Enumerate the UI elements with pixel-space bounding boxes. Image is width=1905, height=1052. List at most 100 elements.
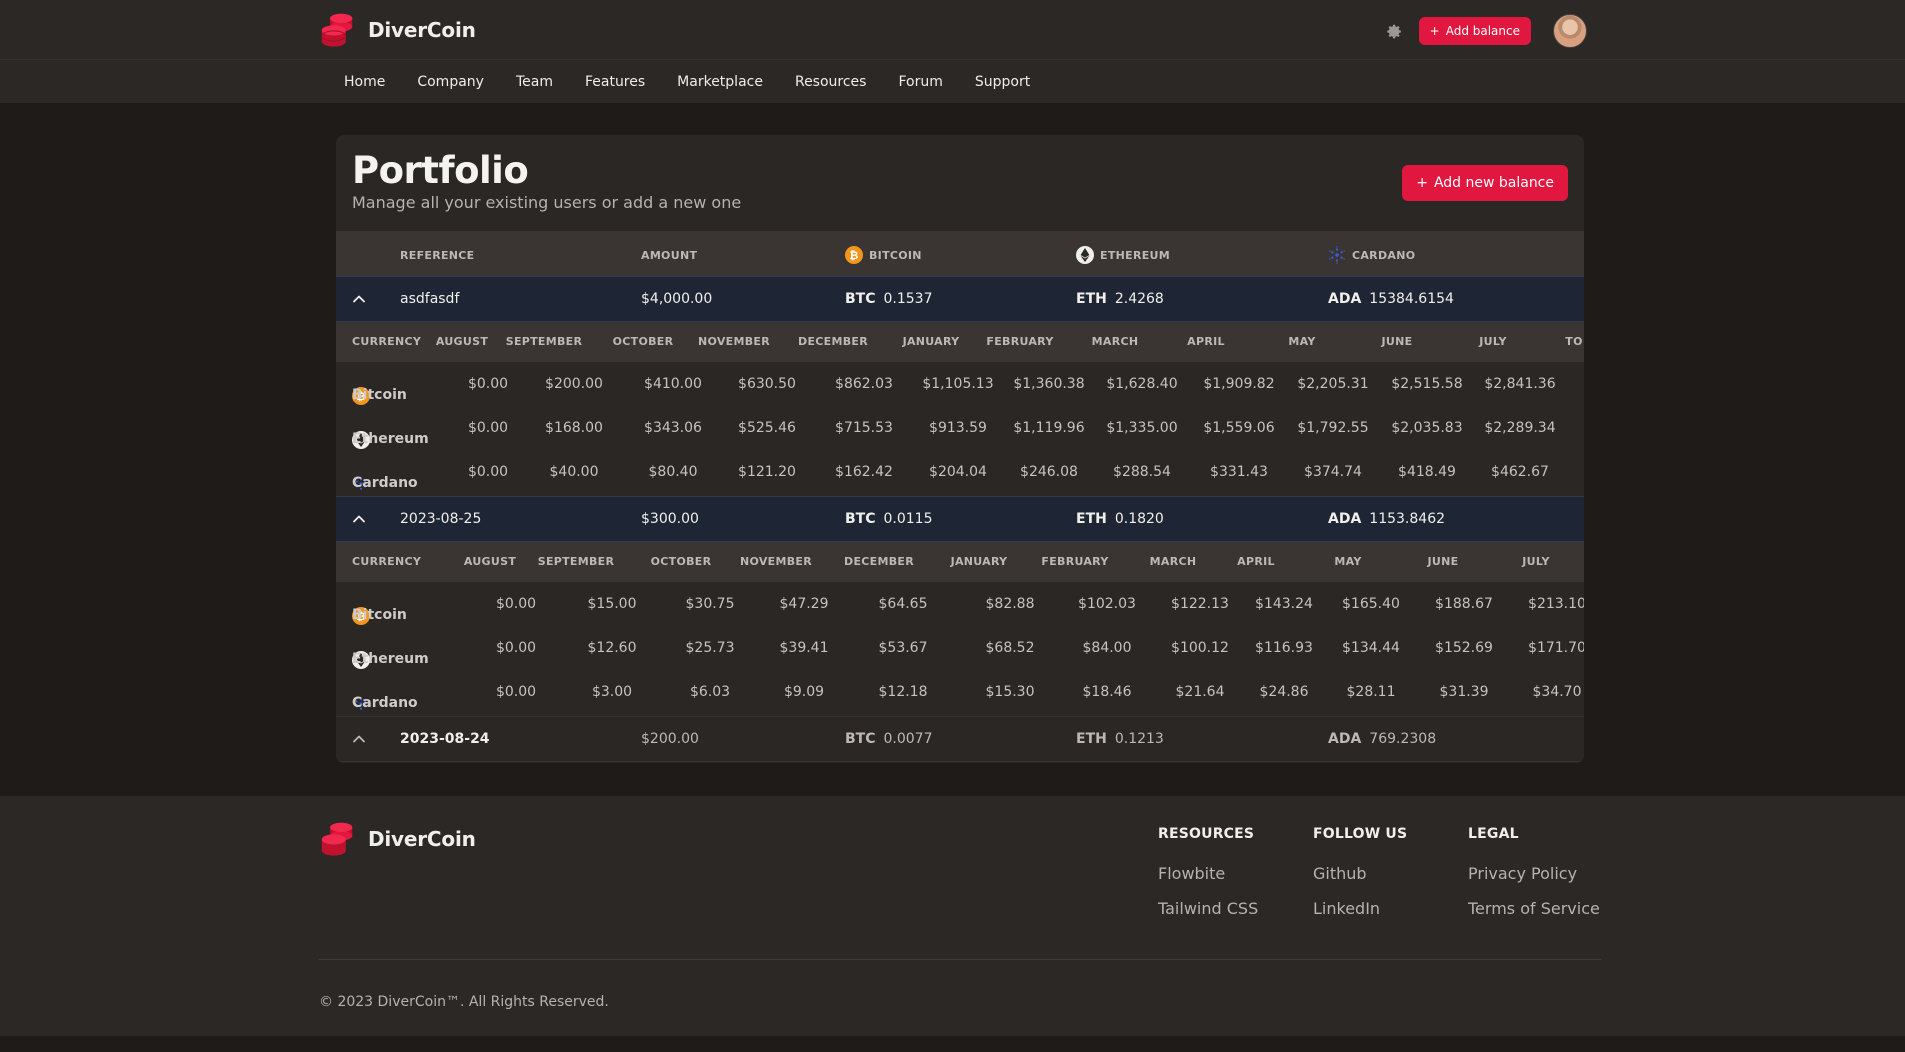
month-value: $9.09 bbox=[783, 684, 825, 700]
monthly-header: CURRENCY AUGUST SEPTEMBER OCTOBER NOVEMBER DE… bbox=[336, 322, 1584, 362]
footer-follow: FOLLOW US Github LinkedIn bbox=[1313, 826, 1407, 934]
month-value: $204.04 bbox=[929, 464, 987, 480]
coins-logo-icon bbox=[321, 822, 353, 856]
plus-icon: + bbox=[1416, 175, 1428, 191]
nav-item[interactable]: Features bbox=[585, 74, 645, 90]
month-value: $288.54 bbox=[1113, 464, 1171, 480]
month-column-header: OCTOBER bbox=[612, 335, 674, 348]
balance-reference: 2023-08-25 bbox=[400, 511, 482, 527]
month-value: $343.06 bbox=[644, 420, 702, 436]
month-value: $2,515.58 bbox=[1391, 376, 1463, 392]
table-header: REFERENCE AMOUNT ₿ BITCOIN ETHEREUM CARD… bbox=[336, 231, 1584, 279]
month-value: $84.00 bbox=[1082, 640, 1132, 656]
month-value: $80.40 bbox=[648, 464, 698, 480]
month-value: $143.24 bbox=[1255, 596, 1313, 612]
month-value: $1,335.00 bbox=[1106, 420, 1178, 436]
currency-label: Cardano bbox=[352, 695, 418, 711]
ada-value: 1153.8462 bbox=[1369, 511, 1446, 527]
month-column-header: JUNE bbox=[1427, 555, 1459, 568]
month-value: $862.03 bbox=[835, 376, 893, 392]
balance-ada: ADA 1153.8462 bbox=[1328, 497, 1445, 541]
month-value: $12.60 bbox=[587, 640, 637, 656]
month-column-header: JUNE bbox=[1381, 335, 1413, 348]
month-value: $0.00 bbox=[467, 376, 509, 392]
logo[interactable]: DiverCoin bbox=[319, 11, 476, 48]
top-bar: DiverCoin + Add balance bbox=[0, 0, 1905, 60]
month-column-header: DECEMBER bbox=[798, 335, 868, 348]
nav-item[interactable]: Company bbox=[417, 74, 484, 90]
month-column-header: JULY bbox=[1479, 335, 1507, 348]
nav-item[interactable]: Support bbox=[975, 74, 1030, 90]
balance-eth: ETH 2.4268 bbox=[1076, 277, 1164, 321]
footer-link-github[interactable]: Github bbox=[1313, 864, 1407, 883]
balance-row[interactable]: 2023-08-25 $300.00 BTC 0.0115 ETH 0.1820 ADA 11… bbox=[336, 496, 1584, 542]
month-value: $2,289.34 bbox=[1484, 420, 1556, 436]
ada-symbol: ADA bbox=[1328, 511, 1362, 527]
header-actions: + Add balance bbox=[1383, 14, 1587, 48]
currency-label: Bitcoin bbox=[352, 607, 407, 623]
btc-symbol: BTC bbox=[845, 731, 876, 747]
eth-value: 0.1820 bbox=[1114, 511, 1164, 527]
month-value: $100.12 bbox=[1171, 640, 1229, 656]
month-column-header: TO bbox=[1565, 335, 1583, 348]
month-value: $165.40 bbox=[1342, 596, 1400, 612]
month-value: $40.00 bbox=[549, 464, 599, 480]
footer-link-terms[interactable]: Terms of Service bbox=[1468, 899, 1600, 918]
month-value: $715.53 bbox=[835, 420, 893, 436]
balance-amount: $200.00 bbox=[641, 731, 699, 747]
chevron-up-icon[interactable] bbox=[352, 497, 366, 541]
page-title: Portfolio bbox=[352, 149, 529, 192]
nav-item[interactable]: Forum bbox=[898, 74, 942, 90]
month-value: $331.43 bbox=[1210, 464, 1268, 480]
month-column-header: NOVEMBER bbox=[739, 555, 813, 568]
column-cardano-label: CARDANO bbox=[1352, 248, 1416, 262]
chevron-up-icon[interactable] bbox=[352, 717, 366, 761]
balance-amount: $4,000.00 bbox=[641, 291, 713, 307]
main-nav: Home Company Team Features Marketplace Resour… bbox=[344, 60, 1062, 103]
btc-symbol: BTC bbox=[845, 511, 876, 527]
footer: DiverCoin RESOURCES Flowbite Tailwind CS… bbox=[0, 796, 1905, 1036]
month-value: $162.42 bbox=[835, 464, 893, 480]
gear-icon[interactable] bbox=[1383, 20, 1405, 42]
month-value: $168.00 bbox=[545, 420, 603, 436]
month-value: $21.64 bbox=[1175, 684, 1225, 700]
add-balance-label: Add balance bbox=[1445, 24, 1520, 38]
month-value: $0.00 bbox=[467, 420, 509, 436]
month-value: $1,360.38 bbox=[1013, 376, 1085, 392]
balance-row[interactable]: 2023-08-24 $200.00 BTC 0.0077 ETH 0.1213 ADA 76… bbox=[336, 716, 1584, 762]
currency-label: Bitcoin bbox=[352, 387, 407, 403]
add-balance-button[interactable]: + Add balance bbox=[1418, 17, 1531, 45]
nav-item[interactable]: Marketplace bbox=[677, 74, 763, 90]
month-value: $28.11 bbox=[1346, 684, 1396, 700]
chevron-up-icon[interactable] bbox=[352, 277, 366, 321]
currency-row: Ethereum $0.00 $168.00 $343.06 $525.46 $715.5… bbox=[336, 406, 1584, 450]
nav-item[interactable]: Team bbox=[516, 74, 553, 90]
brand-name: DiverCoin bbox=[368, 17, 476, 42]
nav-item[interactable]: Resources bbox=[795, 74, 867, 90]
coins-logo-icon bbox=[321, 13, 353, 47]
ada-value: 15384.6154 bbox=[1369, 291, 1454, 307]
footer-logo[interactable]: DiverCoin bbox=[319, 820, 476, 857]
nav-item[interactable]: Home bbox=[344, 74, 385, 90]
add-new-balance-label: Add new balance bbox=[1433, 175, 1554, 191]
column-cardano: CARDANO bbox=[1328, 246, 1415, 264]
column-bitcoin: ₿ BITCOIN bbox=[845, 246, 922, 264]
avatar[interactable] bbox=[1553, 14, 1587, 48]
balance-row[interactable]: asdfasdf $4,000.00 BTC 0.1537 ETH 2.4268 ADA 15… bbox=[336, 276, 1584, 322]
footer-resources-title: RESOURCES bbox=[1158, 826, 1255, 842]
currency-row: ₿ Bitcoin $0.00 $15.00 $30.75 $47.29 $64.65 $82… bbox=[336, 582, 1584, 626]
month-value: $1,909.82 bbox=[1203, 376, 1275, 392]
add-new-balance-button[interactable]: + Add new balance bbox=[1402, 165, 1568, 201]
month-value: $1,105.13 bbox=[922, 376, 994, 392]
month-value: $630.50 bbox=[738, 376, 796, 392]
footer-link-privacy[interactable]: Privacy Policy bbox=[1468, 864, 1600, 883]
month-value: $171.70 bbox=[1528, 640, 1584, 656]
portfolio-header: Portfolio Manage all your existing users… bbox=[352, 149, 741, 212]
footer-link-linkedin[interactable]: LinkedIn bbox=[1313, 899, 1407, 918]
month-value: $53.67 bbox=[878, 640, 928, 656]
month-value: $64.65 bbox=[878, 596, 928, 612]
footer-link-flowbite[interactable]: Flowbite bbox=[1158, 864, 1258, 883]
footer-link-tailwind[interactable]: Tailwind CSS bbox=[1158, 899, 1258, 918]
month-value: $1,792.55 bbox=[1297, 420, 1369, 436]
ada-value: 769.2308 bbox=[1369, 731, 1437, 747]
